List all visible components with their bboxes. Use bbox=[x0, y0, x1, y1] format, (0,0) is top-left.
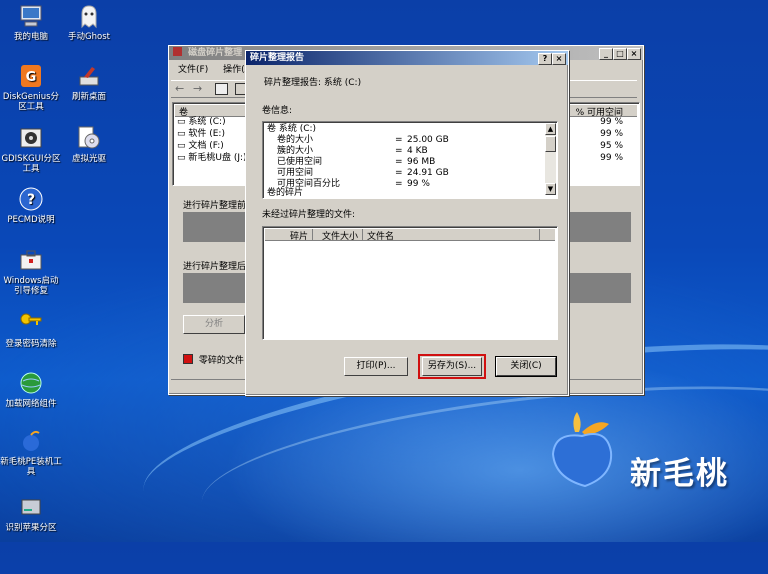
desktop-icon-manual-ghost[interactable]: 手动Ghost bbox=[58, 3, 120, 42]
desktop-icon-refresh[interactable]: 刷新桌面 bbox=[58, 63, 120, 102]
volume-info-box: 卷 系统 (C:) 卷的大小 = 25.00 GB 簇的大小 = 4 KB 已使用空间 =… bbox=[262, 121, 558, 199]
info-row: 簇的大小 = 4 KB bbox=[277, 146, 428, 156]
computer-icon bbox=[18, 3, 44, 29]
info-row: 卷的大小 = 25.00 GB bbox=[277, 135, 449, 145]
minimize-button[interactable]: _ bbox=[599, 48, 613, 60]
desktop-icon-my-computer[interactable]: 我的电脑 bbox=[0, 3, 62, 42]
forward-arrow-icon[interactable]: → bbox=[193, 82, 202, 95]
svg-text:G: G bbox=[26, 70, 37, 85]
desktop-icon-boot-repair[interactable]: Windows启动引导修复 bbox=[0, 247, 62, 296]
brush-icon bbox=[76, 63, 102, 89]
ghost-icon bbox=[76, 3, 102, 29]
peach-icon bbox=[18, 428, 44, 454]
legend-swatch bbox=[183, 354, 193, 364]
col-file-name-header[interactable]: 文件名 bbox=[367, 229, 540, 242]
desktop-icon-network[interactable]: 加载网络组件 bbox=[0, 370, 62, 409]
desktop-icon-label: DiskGenius分区工具 bbox=[2, 92, 60, 112]
desktop-icon-label: 手动Ghost bbox=[68, 32, 110, 42]
desktop-icon-password-clear[interactable]: 登录密码清除 bbox=[0, 310, 62, 349]
legend-label: 零碎的文件 bbox=[198, 356, 244, 366]
desktop-icon-label: 登录密码清除 bbox=[5, 339, 57, 349]
desktop-icon-label: 虚拟光驱 bbox=[71, 154, 106, 164]
key-icon bbox=[18, 310, 44, 336]
desktop-icon-label: 加载网络组件 bbox=[5, 399, 57, 409]
drive-icon bbox=[18, 494, 44, 520]
desktop-icon-label: Windows启动引导修复 bbox=[3, 276, 59, 296]
info-row-fragments: 卷的碎片 bbox=[267, 188, 304, 198]
back-arrow-icon[interactable]: ← bbox=[175, 82, 184, 95]
scroll-down-arrow-icon[interactable]: ▼ bbox=[545, 183, 556, 195]
print-button[interactable]: 打印(P)... bbox=[344, 357, 408, 376]
unfragmented-files-label: 未经过碎片整理的文件: bbox=[262, 210, 356, 220]
menu-file[interactable]: 文件(F) bbox=[178, 65, 208, 75]
brand-logo bbox=[547, 410, 617, 490]
maximize-button[interactable]: □ bbox=[613, 48, 627, 60]
toolbox-icon bbox=[18, 247, 44, 273]
info-row: 可用空间百分比 = 99 % bbox=[277, 179, 430, 189]
gdiskgui-icon bbox=[18, 125, 44, 151]
dialog-title: 碎片整理报告 bbox=[250, 53, 305, 63]
desktop-icon-pecmd[interactable]: ? PECMD说明 bbox=[0, 186, 62, 225]
desktop-icon-label: 识别苹果分区 bbox=[5, 523, 57, 533]
files-list-header: 碎片 文件大小 文件名 bbox=[265, 229, 555, 242]
col-fragments-header[interactable]: 碎片 bbox=[265, 229, 313, 242]
desktop-icon-label: PECMD说明 bbox=[7, 215, 55, 225]
globe-icon bbox=[18, 370, 44, 396]
desktop-icon-diskgenius[interactable]: G DiskGenius分区工具 bbox=[0, 63, 62, 112]
desktop-icon-label: 刷新桌面 bbox=[71, 92, 106, 102]
help-button[interactable]: ? bbox=[538, 53, 552, 65]
before-defrag-label: 进行碎片整理前 bbox=[183, 201, 247, 211]
dialog-titlebar[interactable]: 碎片整理报告 ? × bbox=[246, 51, 568, 65]
volume-info-label: 卷信息: bbox=[262, 106, 293, 116]
desktop-icon-xinmaotao-pe[interactable]: 新毛桃PE装机工具 bbox=[0, 428, 62, 477]
desktop-icon-label: 新毛桃PE装机工具 bbox=[0, 457, 62, 477]
diskgenius-icon: G bbox=[18, 63, 44, 89]
unfragmented-files-list: 碎片 文件大小 文件名 bbox=[262, 226, 558, 340]
desktop-icon-gdiskgui[interactable]: GDISKGUI分区工具 bbox=[0, 125, 62, 174]
desktop-icon-label: 我的电脑 bbox=[13, 32, 48, 42]
analyze-button[interactable]: 分析 bbox=[183, 315, 245, 334]
info-row: 可用空间 = 24.91 GB bbox=[277, 168, 449, 178]
col-file-size-header[interactable]: 文件大小 bbox=[313, 229, 363, 242]
view-icon[interactable] bbox=[215, 83, 228, 95]
desktop-icon-virtual-drive[interactable]: 虚拟光驱 bbox=[58, 125, 120, 164]
close-button[interactable]: 关闭(C) bbox=[495, 356, 557, 377]
defrag-report-dialog: 碎片整理报告 ? × 碎片整理报告: 系统 (C:) 卷信息: 卷 系统 (C:… bbox=[245, 50, 569, 396]
help-icon: ? bbox=[18, 186, 44, 212]
after-defrag-label: 进行碎片整理后 bbox=[183, 262, 247, 272]
defrag-app-icon bbox=[173, 47, 182, 56]
brand-name: 新毛桃 bbox=[630, 456, 729, 492]
info-row-volume: 卷 系统 (C:) bbox=[267, 124, 317, 134]
cd-icon bbox=[76, 125, 102, 151]
info-row: 已使用空间 = 96 MB bbox=[277, 157, 436, 167]
legend-fragmented: 零碎的文件 bbox=[183, 354, 244, 366]
main-window-title: 磁盘碎片整理 bbox=[188, 48, 243, 58]
desktop-icon-apple-partition[interactable]: 识别苹果分区 bbox=[0, 494, 62, 533]
close-window-button[interactable]: × bbox=[627, 48, 641, 60]
scroll-up-arrow-icon[interactable]: ▲ bbox=[545, 123, 556, 135]
dialog-close-button[interactable]: × bbox=[552, 53, 566, 65]
desktop-icon-label: GDISKGUI分区工具 bbox=[1, 154, 61, 174]
info-scrollbar[interactable]: ▲ ▼ bbox=[545, 123, 556, 195]
svg-text:?: ? bbox=[27, 192, 35, 208]
scroll-thumb[interactable] bbox=[545, 136, 556, 152]
save-as-button[interactable]: 另存为(S)... bbox=[422, 357, 482, 376]
report-volume-line: 碎片整理报告: 系统 (C:) bbox=[264, 78, 362, 88]
